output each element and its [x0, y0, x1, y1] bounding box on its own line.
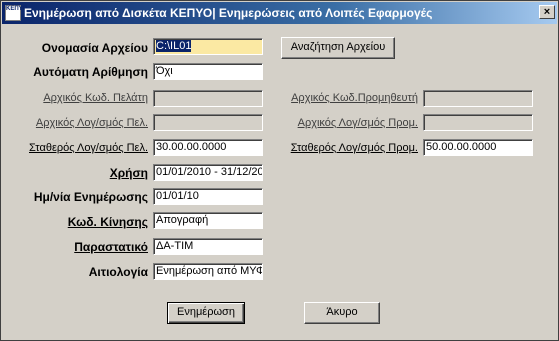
window-title: Ενημέρωση από Δισκέτα ΚΕΠΥΟ| Ενημερώσεις…	[24, 6, 433, 20]
update-date-field[interactable]: 01/01/10	[153, 188, 263, 205]
browse-file-button[interactable]: Αναζήτηση Αρχείου	[281, 37, 395, 59]
movement-code-label[interactable]: Κωδ. Κίνησης	[68, 215, 148, 229]
fiscal-year-label[interactable]: Χρήση	[110, 166, 148, 180]
update-button[interactable]: Ενημέρωση	[167, 302, 245, 324]
title-bar[interactable]: ΚΕΠΥΟ Ενημέρωση από Δισκέτα ΚΕΠΥΟ| Ενημε…	[2, 2, 557, 24]
filename-label: Ονομασία Αρχείου	[41, 41, 148, 55]
fixed-supplier-account-label[interactable]: Σταθερός Λογ/σμός Προμ.	[291, 142, 418, 154]
customer-code-label[interactable]: Αρχικός Κωδ. Πελάτη	[43, 92, 148, 104]
movement-code-field[interactable]: Απογραφή	[153, 212, 263, 229]
autonumber-field[interactable]: Όχι	[153, 63, 263, 80]
fiscal-year-field[interactable]: 01/01/2010 - 31/12/20	[153, 164, 263, 181]
customer-code-field	[153, 90, 263, 107]
fixed-customer-account-label[interactable]: Σταθερός Λογ/σμός Πελ.	[29, 142, 148, 154]
fixed-customer-account-field[interactable]: 30.00.00.0000	[153, 139, 263, 156]
update-date-label: Ημ/νία Ενημέρωσης	[33, 190, 148, 204]
dialog-window: ΚΕΠΥΟ Ενημέρωση από Δισκέτα ΚΕΠΥΟ| Ενημε…	[0, 0, 559, 341]
customer-account-field	[153, 114, 263, 131]
reason-label: Αιτιολογία	[88, 265, 148, 279]
reason-field[interactable]: Ενημέρωση από ΜΥΦ	[153, 263, 263, 280]
app-icon: ΚΕΠΥΟ	[5, 5, 27, 21]
autonumber-label: Αυτόματη Αρίθμηση	[33, 65, 148, 79]
customer-account-label[interactable]: Αρχικός Λογ/σμός Πελ.	[36, 117, 148, 129]
filename-field[interactable]: C:\IL01	[153, 38, 263, 55]
document-label[interactable]: Παραστατικό	[74, 240, 148, 254]
supplier-code-label[interactable]: Αρχικός Κωδ.Προμηθευτή	[291, 92, 418, 104]
supplier-code-field	[423, 90, 533, 107]
close-icon[interactable]: ×	[539, 5, 555, 19]
supplier-account-label[interactable]: Αρχικός Λογ/σμός Προμ.	[298, 117, 418, 129]
fixed-supplier-account-field[interactable]: 50.00.00.0000	[423, 139, 533, 156]
cancel-button[interactable]: Άκυρο	[304, 302, 380, 324]
document-field[interactable]: ΔΑ-ΤΙΜ	[153, 238, 263, 255]
supplier-account-field	[423, 114, 533, 131]
